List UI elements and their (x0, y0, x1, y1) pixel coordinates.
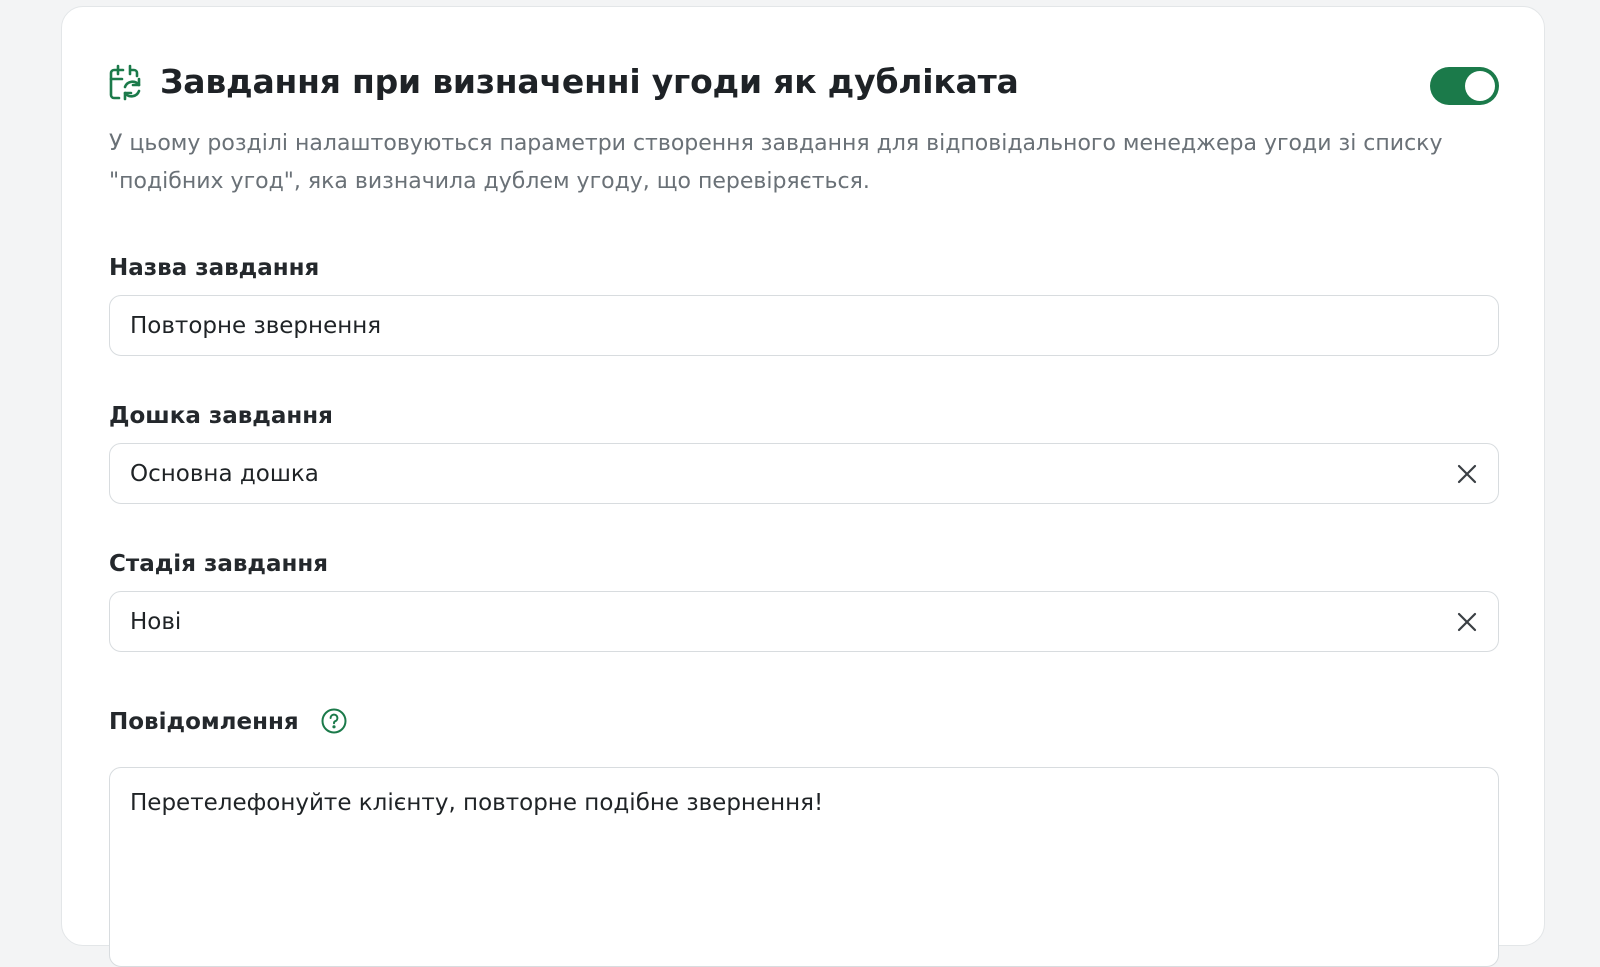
task-board-label: Дошка завдання (109, 403, 333, 429)
section-title: Завдання при визначенні угоди як дубліка… (160, 62, 1019, 101)
task-board-select[interactable]: Основна дошка (109, 443, 1499, 504)
section-enabled-toggle[interactable] (1430, 67, 1499, 105)
task-board-value: Основна дошка (130, 461, 319, 487)
message-label: Повідомлення (109, 709, 299, 735)
section-header: Завдання при визначенні угоди як дубліка… (109, 59, 1499, 107)
message-value: Перетелефонуйте клієнту, повторне подібн… (130, 790, 824, 816)
section-description: У цьому розділі налаштовуються параметри… (109, 131, 1443, 194)
clear-task-stage-icon[interactable] (1456, 611, 1478, 633)
message-textarea[interactable]: Перетелефонуйте клієнту, повторне подібн… (109, 767, 1499, 967)
task-name-label: Назва завдання (109, 255, 320, 281)
help-icon[interactable] (321, 708, 347, 734)
message-label-row: Повідомлення (109, 707, 347, 737)
clear-task-board-icon[interactable] (1456, 463, 1478, 485)
task-name-value: Повторне звернення (130, 313, 382, 339)
task-stage-value: Нові (130, 609, 182, 635)
toggle-knob (1465, 71, 1495, 101)
task-stage-select[interactable]: Нові (109, 591, 1499, 652)
calendar-repeat-icon (109, 63, 145, 101)
duplicate-task-settings-card: Завдання при визначенні угоди як дубліка… (61, 6, 1545, 967)
task-stage-label: Стадія завдання (109, 551, 329, 577)
task-name-input[interactable]: Повторне звернення (109, 295, 1499, 356)
